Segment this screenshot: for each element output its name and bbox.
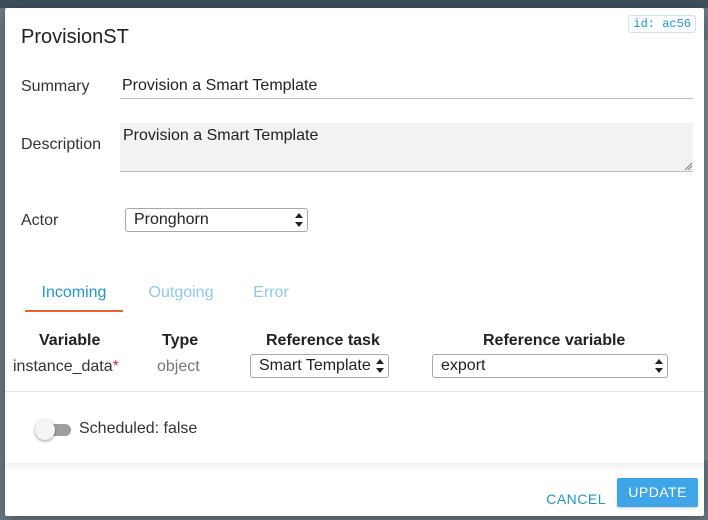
select-arrows-icon	[295, 212, 303, 228]
resize-grip-icon[interactable]	[684, 162, 692, 170]
edit-task-dialog: id: ac56 ProvisionST Summary Description…	[5, 8, 704, 516]
column-header-variable: Variable	[39, 332, 101, 349]
summary-label: Summary	[21, 78, 90, 95]
task-id-badge: id: ac56	[628, 15, 696, 33]
reference-task-select[interactable]: Smart Template	[250, 354, 389, 378]
tab-outgoing[interactable]: Outgoing	[143, 276, 219, 310]
column-header-type: Type	[162, 332, 199, 349]
variable-name-text: instance_data	[13, 358, 113, 375]
update-button[interactable]: UPDATE	[617, 478, 698, 507]
actor-label: Actor	[21, 212, 59, 229]
reference-variable-select[interactable]: export	[432, 354, 668, 378]
dialog-title: ProvisionST	[21, 26, 129, 48]
tab-error[interactable]: Error	[251, 276, 291, 310]
actor-select-value: Pronghorn	[134, 211, 209, 228]
select-arrows-icon	[376, 358, 384, 374]
footer-divider	[5, 463, 704, 471]
required-asterisk: *	[112, 358, 119, 375]
reference-variable-value: export	[441, 357, 486, 374]
actor-select[interactable]: Pronghorn	[125, 208, 308, 232]
description-text: Provision a Smart Template	[123, 127, 319, 144]
column-header-reference-variable: Reference variable	[483, 332, 626, 349]
variable-type: object	[157, 358, 200, 375]
backdrop-header	[0, 0, 708, 8]
section-divider	[5, 391, 704, 392]
select-arrows-icon	[655, 358, 663, 374]
reference-task-value: Smart Template	[259, 357, 371, 374]
column-header-reference-task: Reference task	[266, 332, 380, 349]
tab-incoming[interactable]: Incoming	[25, 276, 123, 312]
toggle-thumb	[35, 420, 55, 440]
variable-name: instance_data*	[13, 358, 119, 376]
summary-input[interactable]	[120, 73, 693, 99]
scheduled-toggle[interactable]	[35, 420, 71, 440]
description-textarea[interactable]: Provision a Smart Template	[120, 123, 693, 172]
cancel-button[interactable]: CANCEL	[536, 484, 616, 514]
description-label: Description	[21, 136, 102, 153]
scheduled-label: Scheduled: false	[79, 420, 198, 437]
